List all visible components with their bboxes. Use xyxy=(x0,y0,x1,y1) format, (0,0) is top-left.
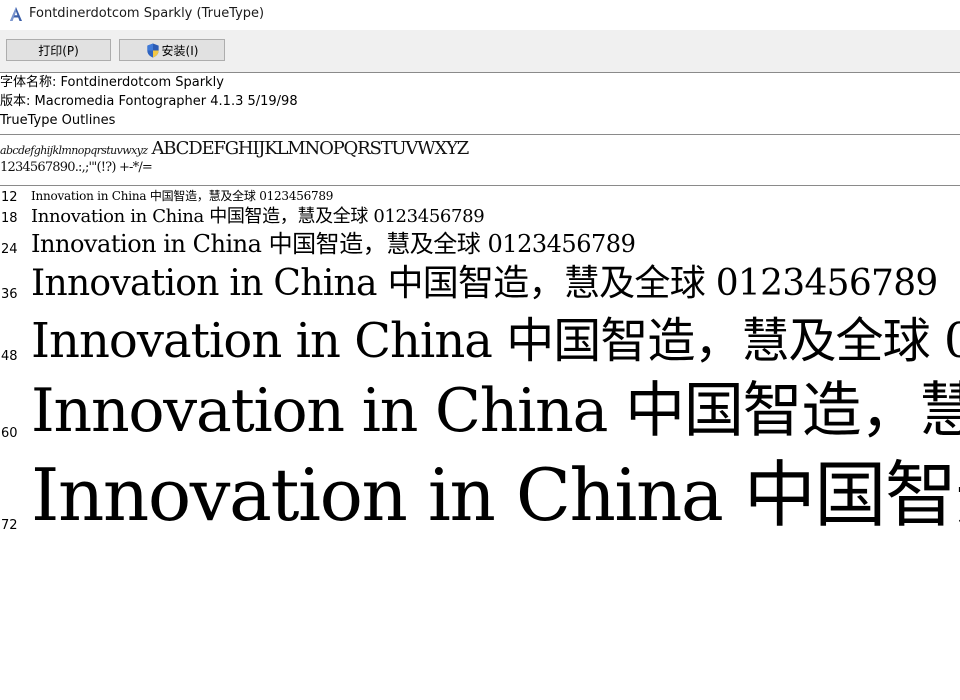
sample-row: 36 Innovation in China 中国智造，慧及全球 0123456… xyxy=(0,258,960,312)
sample-latin: Innovation in China xyxy=(31,230,262,258)
charset-lowercase: abcdefghijklmnopqrstuvwxyz xyxy=(0,144,148,157)
sample-row: 24 Innovation in China 中国智造，慧及全球 0123456… xyxy=(0,228,960,262)
sample-latin: Innovation in China xyxy=(31,206,204,227)
charset-digits-symbols: 1234567890.:,;'"(!?) +-*/= xyxy=(0,160,153,175)
sample-digits: 0123456789 xyxy=(715,263,939,304)
sample-cjk: 中国智造，慧及全球 xyxy=(209,206,368,227)
title-bar: Fontdinerdotcom Sparkly (TrueType) xyxy=(0,0,960,30)
sample-cjk: 中国智造，慧及全球 xyxy=(268,230,481,258)
sample-cjk: 中国智造，慧及全球 xyxy=(387,263,705,304)
sample-cjk: 中国智造，慧及全球 xyxy=(506,313,930,369)
sample-row: 48 Innovation in China 中国智造，慧及全球 0123456… xyxy=(0,310,960,376)
sample-latin: Innovation in China xyxy=(31,376,608,446)
charset-uppercase: ABCDEFGHIJKLMNOPQRSTUVWXYZ xyxy=(151,138,470,159)
uac-shield-icon xyxy=(146,43,159,58)
sample-digits: 0123456789 xyxy=(373,206,485,227)
sample-text: Innovation in China 中国智造，慧及全球 0123456789 xyxy=(31,188,333,204)
sample-text: Innovation in China 中国智造，慧及全球 0123456789 xyxy=(31,448,960,542)
print-button-label: 打印(P) xyxy=(38,44,79,58)
size-label: 72 xyxy=(1,518,18,533)
print-button[interactable]: 打印(P) xyxy=(6,39,111,61)
sample-text: Innovation in China 中国智造，慧及全球 0123456789 xyxy=(31,310,960,372)
size-label: 60 xyxy=(1,426,18,441)
sample-digits: 0123456789 xyxy=(487,230,636,258)
sample-latin: Innovation in China xyxy=(31,263,377,304)
sample-cjk: 中国智造，慧及全球 xyxy=(149,189,256,203)
sample-latin: Innovation in China xyxy=(31,453,724,537)
font-version-line: 版本: Macromedia Fontographer 4.1.3 5/19/9… xyxy=(0,94,298,109)
sample-text: Innovation in China 中国智造，慧及全球 0123456789 xyxy=(31,228,636,260)
install-button-label: 安装(I) xyxy=(161,44,199,58)
font-a-icon xyxy=(10,7,22,21)
sample-row: 72 Innovation in China 中国智造，慧及全球 0123456… xyxy=(0,448,960,548)
sample-cjk: 中国智造，慧及全球 xyxy=(743,453,960,537)
sample-latin: Innovation in China xyxy=(31,313,493,369)
sample-text: Innovation in China 中国智造，慧及全球 0123456789 xyxy=(31,205,485,229)
divider xyxy=(0,185,960,186)
size-label: 18 xyxy=(1,211,18,226)
sample-digits: 0123456789 xyxy=(943,313,960,369)
size-label: 12 xyxy=(1,190,18,205)
font-name-line: 字体名称: Fontdinerdotcom Sparkly xyxy=(0,75,224,90)
sample-text: Innovation in China 中国智造，慧及全球 0123456789 xyxy=(31,372,960,450)
font-outline-line: TrueType Outlines xyxy=(0,113,116,128)
sample-latin: Innovation in China xyxy=(31,189,147,203)
charset-letters: abcdefghijklmnopqrstuvwxyz ABCDEFGHIJKLMN… xyxy=(0,138,470,159)
window-title: Fontdinerdotcom Sparkly (TrueType) xyxy=(29,6,265,21)
sample-digits: 0123456789 xyxy=(259,189,334,203)
install-button[interactable]: 安装(I) xyxy=(119,39,225,61)
divider xyxy=(0,134,960,135)
sample-row: 60 Innovation in China 中国智造，慧及全球 0123456… xyxy=(0,372,960,454)
toolbar: 打印(P) 安装(I) xyxy=(0,30,960,73)
size-label: 48 xyxy=(1,349,18,364)
size-label: 24 xyxy=(1,242,18,257)
sample-text: Innovation in China 中国智造，慧及全球 0123456789 xyxy=(31,260,938,308)
size-label: 36 xyxy=(1,287,18,302)
sample-cjk: 中国智造，慧及全球 xyxy=(625,376,960,446)
